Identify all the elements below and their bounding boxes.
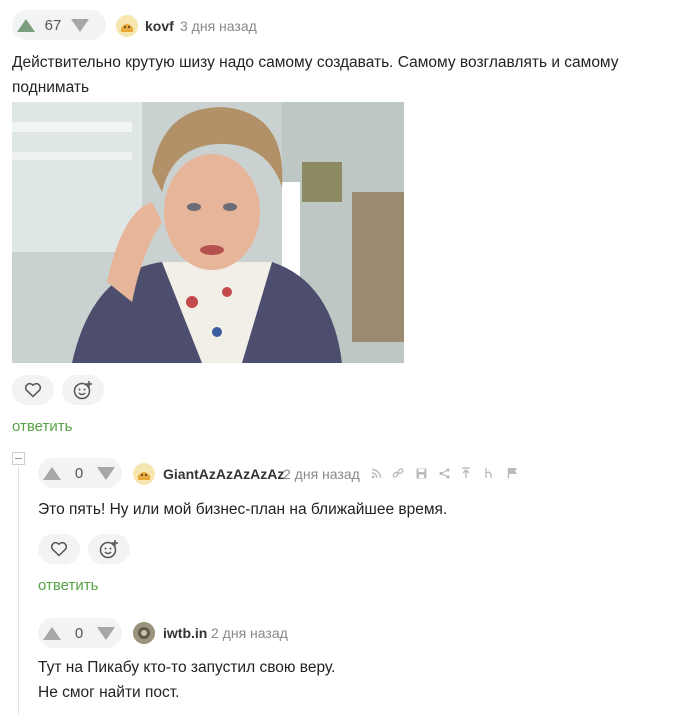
comment-image[interactable] [12,102,404,363]
upvote-icon [43,626,61,640]
comment-author[interactable]: GiantAzAzAzAzAz [163,466,284,482]
react-button[interactable] [62,375,104,405]
comment-text: Это пять! Ну или мой бизнес-план на ближ… [38,501,448,518]
upvote-icon [43,466,61,480]
comment-author[interactable]: iwtb.in [163,625,207,641]
comment-time[interactable]: 2 дня назад [211,625,288,641]
collapse-thread-button[interactable] [12,452,25,465]
downvote-button[interactable] [92,618,120,648]
font-size-icon[interactable] [482,466,496,480]
downvote-icon [97,626,115,640]
comment-text-line: Тут на Пикабу кто-то запустил свою веру. [38,659,336,676]
upvote-button[interactable] [38,618,66,648]
avatar[interactable] [133,463,155,485]
upvote-button[interactable] [12,10,40,40]
downvote-button[interactable] [66,10,94,40]
heart-icon [50,541,68,557]
comment-text-line: Действительно крутую шизу надо самому со… [12,54,619,96]
thread-line[interactable] [18,466,19,714]
share-icon[interactable] [437,466,451,480]
pin-up-icon[interactable] [459,466,473,480]
save-icon[interactable] [414,466,428,480]
heart-icon [24,382,42,398]
downvote-button[interactable] [92,458,120,488]
avatar[interactable] [133,622,155,644]
flag-icon[interactable] [505,466,519,480]
rating-count: 67 [44,16,62,34]
like-button[interactable] [12,375,54,405]
reply-link[interactable]: ответить [12,418,72,435]
link-icon[interactable] [391,466,405,480]
rating-count: 0 [74,624,84,642]
comment-time[interactable]: 3 дня назад [180,18,257,34]
downvote-icon [97,466,115,480]
vote-control: 67 [12,10,106,40]
upvote-icon [17,18,35,32]
rating-count: 0 [74,464,84,482]
comment-text-line: Не смог найти пост. [38,684,180,701]
smiley-plus-icon [99,540,118,559]
vote-control: 0 [38,618,122,648]
comment-text: Тут на Пикабу кто-то запустил свою веру.… [38,655,678,705]
avatar[interactable] [116,15,138,37]
react-button[interactable] [88,534,130,564]
like-button[interactable] [38,534,80,564]
reply-link[interactable]: ответить [38,577,98,594]
rss-icon[interactable] [369,466,383,480]
downvote-icon [71,18,89,32]
comment-author[interactable]: kovf [145,18,174,34]
comment-time[interactable]: 2 дня назад [283,466,360,482]
vote-control: 0 [38,458,122,488]
smiley-plus-icon [73,381,92,400]
upvote-button[interactable] [38,458,66,488]
